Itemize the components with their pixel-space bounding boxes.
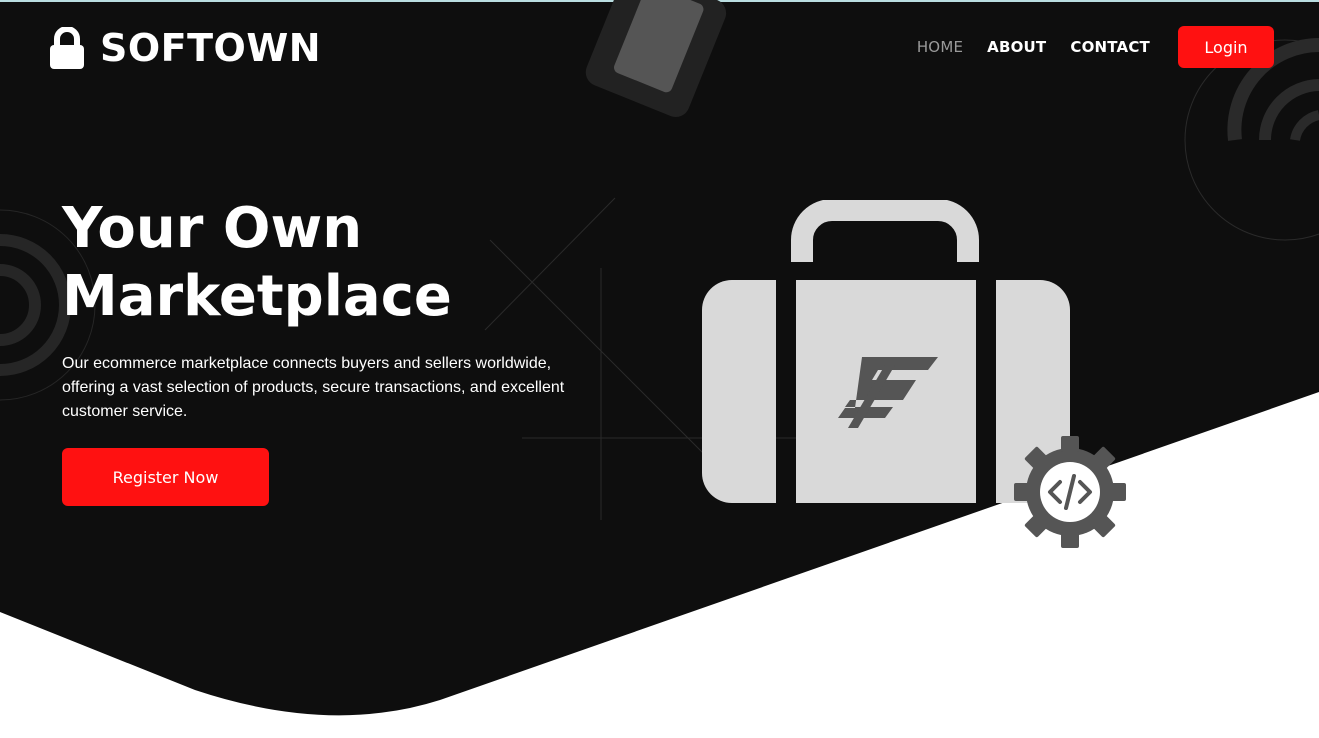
hero-title-line1: Your Own	[62, 196, 363, 261]
main-nav: HOME ABOUT CONTACT Login	[917, 26, 1274, 68]
nav-about-link[interactable]: ABOUT	[987, 38, 1046, 56]
brand-logo[interactable]: SOFTOWN	[48, 26, 321, 70]
hero-description: Our ecommerce marketplace connects buyer…	[62, 355, 565, 420]
hero-illustration	[702, 200, 1126, 548]
code-gear-icon	[1014, 436, 1126, 548]
lock-icon	[50, 27, 84, 69]
brand-name: SOFTOWN	[100, 26, 322, 70]
nav-home-link[interactable]: HOME	[917, 38, 963, 56]
register-now-button[interactable]: Register Now	[62, 448, 269, 506]
login-button[interactable]: Login	[1178, 26, 1274, 68]
hero-title-line2: Marketplace	[62, 264, 452, 329]
nav-contact-link[interactable]: CONTACT	[1070, 38, 1150, 56]
briefcase-icon	[702, 200, 1070, 503]
hero-title: Your Own Marketplace	[62, 195, 582, 331]
